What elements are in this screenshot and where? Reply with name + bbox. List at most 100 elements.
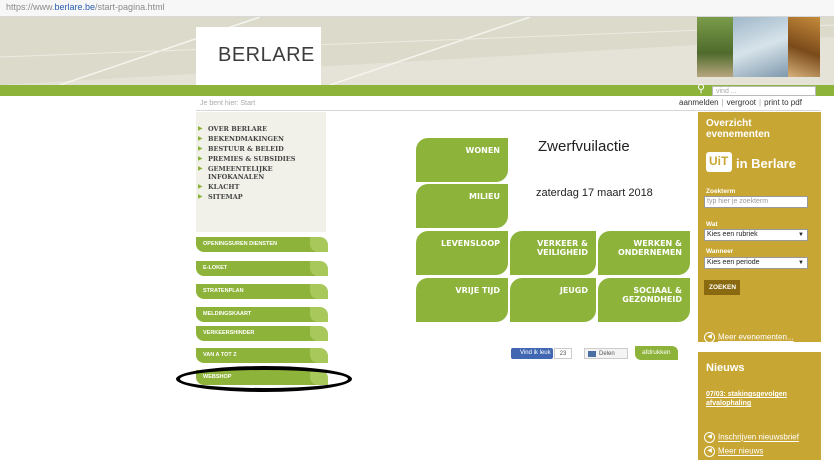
url-host: berlare.be	[54, 2, 96, 12]
button-label: E-LOKET	[203, 265, 228, 271]
tile-levensloop[interactable]: LEVENSLOOP	[416, 231, 508, 275]
van-a-tot-z-button[interactable]: VAN A TOT Z	[196, 348, 328, 363]
address-bar[interactable]: https://www.berlare.be/start-pagina.html	[0, 0, 834, 17]
menu-item-klacht[interactable]: ▶ KLACHT	[198, 183, 240, 191]
menu-item-label: SITEMAP	[208, 193, 243, 201]
wanneer-select[interactable]: Kies een periode ▼	[704, 257, 808, 269]
print-pdf-link[interactable]: print to pdf	[761, 98, 805, 107]
zoeken-button[interactable]: ZOEKEN	[704, 280, 740, 295]
subscribe-newsletter-link[interactable]: ◀ Inschrijven nieuwsbrief	[704, 432, 799, 443]
menu-item-infokanalen[interactable]: INFOKANALEN	[208, 173, 264, 181]
header-photo-seagull	[733, 17, 788, 77]
chevron-down-icon: ▼	[798, 232, 804, 238]
facebook-like-button[interactable]: Vind ik leuk	[511, 348, 553, 359]
print-label: afdrukken	[642, 349, 671, 356]
more-events-link[interactable]: ◀ Meer evenementen...	[704, 332, 794, 343]
tile-label: JEUGD	[559, 286, 588, 295]
uit-logo-text: UiT	[709, 154, 729, 168]
left-navigation: ▶ OVER BERLARE ▶ BEKENDMAKINGEN ▶ BESTUUR &…	[196, 112, 326, 232]
tile-wonen[interactable]: WONEN	[416, 138, 508, 182]
menu-item-label: INFOKANALEN	[208, 173, 265, 181]
tile-label: WONEN	[465, 146, 500, 155]
menu-item-bestuur-beleid[interactable]: ▶ BESTUUR & BELEID	[198, 145, 284, 153]
tile-label: MILIEU	[469, 192, 500, 201]
arrow-icon: ▶	[198, 135, 203, 142]
arrow-icon: ▶	[198, 145, 203, 152]
button-tab	[310, 237, 328, 252]
fb-label: Vind ik leuk	[520, 350, 551, 356]
chevron-left-icon: ◀	[704, 332, 715, 343]
wanneer-value: Kies een periode	[707, 259, 760, 266]
news-item-link[interactable]: 07/03: stakingsgevolgen afvalophaling	[706, 390, 806, 408]
tile-vrije-tijd[interactable]: VRIJE TIJD	[416, 278, 508, 322]
tile-werken-ondernemen[interactable]: WERKEN & ONDERNEMEN	[598, 231, 690, 275]
uit-logo: UiT	[706, 152, 732, 172]
tile-label: LEVENSLOOP	[441, 239, 500, 248]
subscribe-label: Inschrijven nieuwsbrief	[718, 432, 799, 442]
tile-sociaal-gezondheid[interactable]: SOCIAAL & GEZONDHEID	[598, 278, 690, 322]
menu-item-gemeentelijke[interactable]: ▶ GEMEENTELIJKE	[198, 165, 273, 173]
logo-text: BERLARE	[218, 44, 315, 66]
arrow-icon: ▶	[198, 183, 203, 190]
zoekterm-input[interactable]: typ hier je zoekterm	[704, 196, 808, 208]
site-search-input[interactable]: vind ...	[712, 86, 816, 96]
share-button[interactable]: Delen	[584, 348, 628, 359]
button-tab	[310, 284, 328, 299]
chevron-left-icon: ◀	[704, 446, 715, 457]
menu-item-label: KLACHT	[208, 183, 240, 191]
more-news-link[interactable]: ◀ Meer nieuws	[704, 446, 763, 457]
divider	[196, 110, 821, 111]
more-news-label: Meer nieuws	[718, 446, 764, 456]
share-label: Delen	[599, 351, 615, 357]
button-tab	[310, 348, 328, 363]
menu-item-premies-subsidies[interactable]: ▶ PREMIES & SUBSIDIES	[198, 155, 295, 163]
verkeershinder-button[interactable]: VERKEERSHINDER	[196, 326, 328, 341]
button-label: STRATENPLAN	[203, 288, 244, 294]
arrow-icon: ▶	[198, 193, 203, 200]
print-button[interactable]: afdrukken	[635, 346, 678, 360]
annotation-ellipse	[176, 366, 352, 392]
events-title-line1: Overzicht	[706, 118, 752, 129]
news-panel: Nieuws 07/03: stakingsgevolgen afvalopha…	[698, 352, 821, 460]
chevron-down-icon: ▼	[798, 260, 804, 266]
wat-value: Kies een rubriek	[707, 231, 758, 238]
url-path: /start-pagina.html	[95, 2, 165, 12]
wanneer-label: Wanneer	[706, 248, 734, 255]
events-title-line2: evenementen	[706, 129, 770, 140]
more-events-label: Meer evenementen...	[718, 332, 794, 342]
menu-item-sitemap[interactable]: ▶ SITEMAP	[198, 193, 243, 201]
button-label: VERKEERSHINDER	[203, 330, 255, 336]
site-logo[interactable]: BERLARE	[196, 27, 321, 85]
button-label: MELDINGSKAART	[203, 311, 252, 317]
tile-label: VERKEER & VEILIGHEID	[536, 239, 588, 257]
feature-date: zaterdag 17 maart 2018	[536, 187, 653, 199]
arrow-icon: ▶	[198, 165, 203, 172]
login-link[interactable]: aanmelden	[676, 98, 722, 107]
tile-verkeer-veiligheid[interactable]: VERKEER & VEILIGHEID	[510, 231, 596, 275]
tile-label: VRIJE TIJD	[455, 286, 500, 295]
utility-links: aanmelden | vergroot | print to pdf	[676, 98, 805, 107]
tile-milieu[interactable]: MILIEU	[416, 184, 508, 228]
button-label: VAN A TOT Z	[203, 352, 237, 358]
menu-item-label: BEKENDMAKINGEN	[208, 135, 284, 143]
header-photo-heron	[697, 17, 733, 77]
meldingskaart-button[interactable]: MELDINGSKAART	[196, 307, 328, 322]
enlarge-link[interactable]: vergroot	[724, 98, 759, 107]
search-icon[interactable]: ⚲	[697, 82, 705, 95]
header-photo-bird	[788, 17, 820, 77]
news-title: Nieuws	[706, 362, 745, 374]
url-text[interactable]: https://www.berlare.be/start-pagina.html	[6, 2, 165, 12]
wat-select[interactable]: Kies een rubriek ▼	[704, 229, 808, 241]
menu-item-bekendmakingen[interactable]: ▶ BEKENDMAKINGEN	[198, 135, 284, 143]
e-loket-button[interactable]: E-LOKET	[196, 261, 328, 276]
tile-jeugd[interactable]: JEUGD	[510, 278, 596, 322]
share-icon	[588, 351, 596, 357]
menu-item-over-berlare[interactable]: ▶ OVER BERLARE	[198, 125, 267, 133]
feature-title[interactable]: Zwerfvuilactie	[538, 138, 630, 155]
menu-item-label: BESTUUR & BELEID	[208, 145, 284, 153]
tile-label: WERKEN & ONDERNEMEN	[617, 239, 682, 257]
openingsuren-button[interactable]: OPENINGSUREN DIENSTEN	[196, 237, 328, 252]
events-panel: Overzicht evenementen UiT in Berlare Zoek…	[698, 112, 821, 343]
button-tab	[310, 261, 328, 276]
stratenplan-button[interactable]: STRATENPLAN	[196, 284, 328, 299]
